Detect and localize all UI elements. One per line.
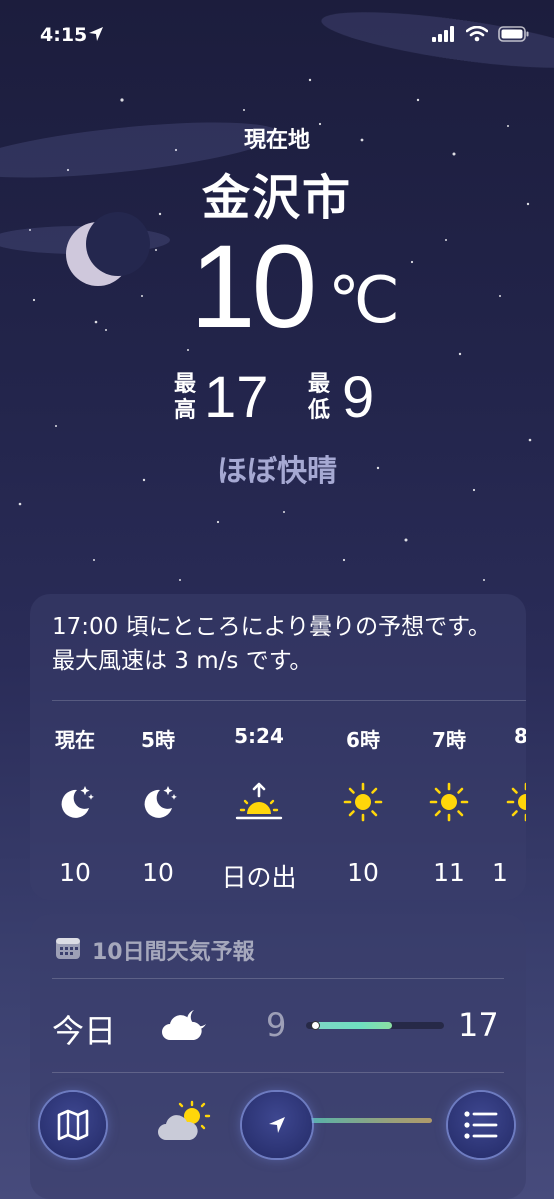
calendar-icon [56,938,80,959]
location-arrow-icon [89,27,103,41]
hour-temperature: 11 [433,858,465,887]
hour-label: 5時 [141,728,175,752]
forecast-day: 今日 [52,1012,117,1050]
forecast-summary: 17:00 頃にところにより曇りの予想です。最大風速は 3 m/s です。 [52,614,491,674]
location-arrow-icon [269,1117,285,1133]
divider [52,700,526,701]
bottom-toolbar [0,1080,554,1199]
page-indicator-track [300,1118,432,1123]
hour-temperature: 10 [347,858,379,887]
current-temperature: 10 ℃ [190,222,410,352]
low-label: 最低 [308,372,331,423]
hour-temperature: 1 [492,858,508,887]
battery-icon [498,26,529,42]
moon-stars-icon [113,780,203,824]
wifi-icon [466,26,488,42]
status-bar: 4:15 [0,20,554,52]
temperature-value: 10 [190,221,317,353]
cellular-signal-icon [432,26,454,42]
forecast-high: 17 [458,1006,499,1044]
low-temperature: 9 [342,365,375,430]
hour-label: 6時 [346,728,380,752]
hour-label: 現在 [55,728,95,752]
hour-label: 5:24 [234,724,284,748]
high-label: 最高 [174,372,197,423]
location-label: 現在地 [243,128,310,153]
high-temperature: 17 [204,365,269,430]
current-location-button[interactable] [242,1092,312,1158]
weather-condition: ほぼ快晴 [217,454,337,489]
hour-event-label: 日の出 [221,863,297,892]
cloud-moon-icon [162,1010,206,1040]
high-low-temperatures: 最高 17 最低 9 [170,366,400,430]
sun-icon [504,780,526,824]
map-icon [57,1109,89,1141]
ten-day-forecast-title: 10日間天気予報 [92,940,255,965]
temperature-range-fill [312,1022,393,1029]
status-time: 4:15 [40,24,88,46]
temperature-range-bar [306,1021,444,1030]
current-temperature-dot [311,1021,320,1030]
list-button[interactable] [448,1092,514,1158]
temperature-unit: ℃ [328,264,400,336]
sunrise-icon [214,780,304,824]
hour-temperature: 10 [59,858,91,887]
divider [52,1072,504,1073]
divider [52,978,504,979]
city-name: 金沢市 [201,170,352,226]
cloud-sun-icon [158,1100,211,1140]
sun-icon [318,780,408,824]
hour-temperature: 10 [142,858,174,887]
moon-stars-icon [30,780,120,824]
map-button[interactable] [40,1092,106,1158]
list-icon [464,1111,498,1139]
forecast-low: 9 [266,1006,287,1044]
sun-icon [404,780,494,824]
hour-label: 8 [514,724,526,748]
